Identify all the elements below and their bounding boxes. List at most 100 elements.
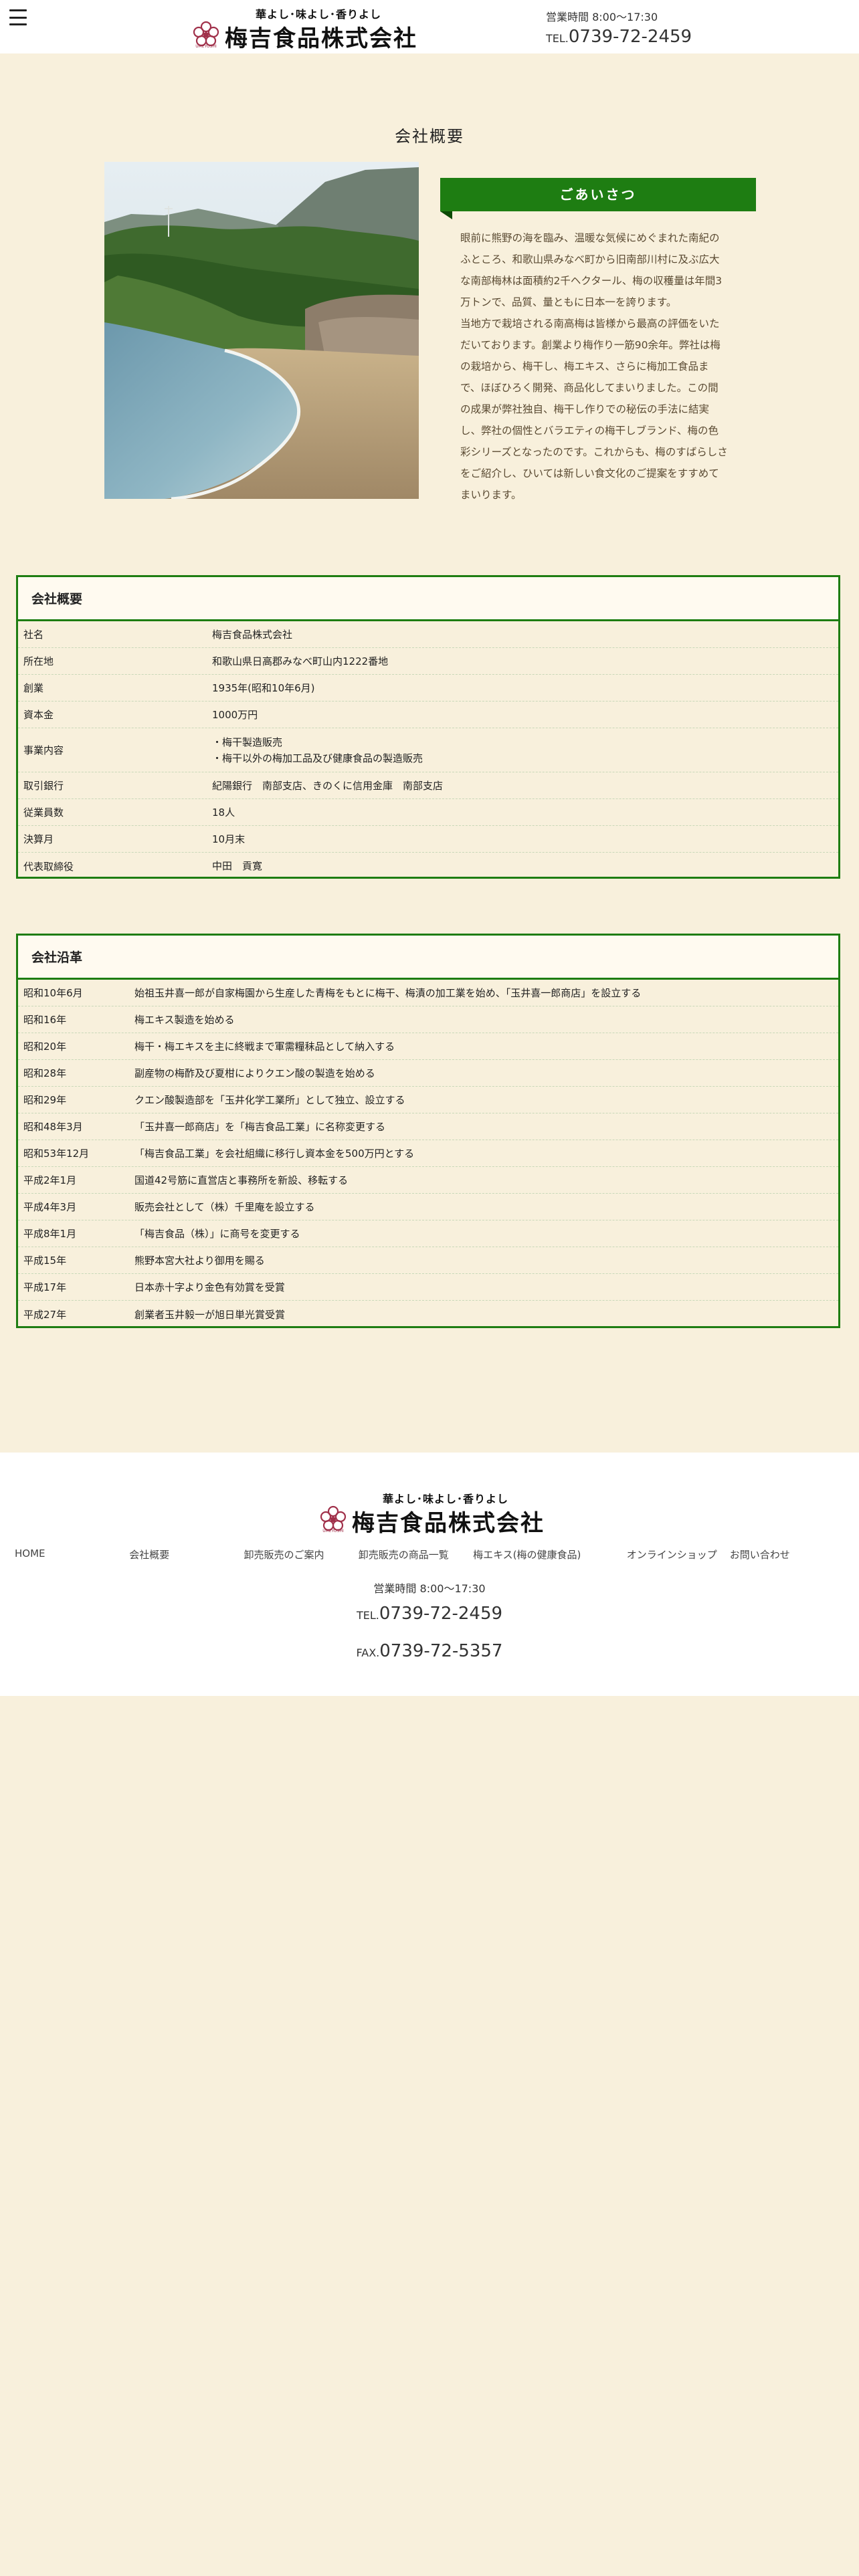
greeting-text: 眼前に熊野の海を臨み、温暖な気候にめぐまれた南紀のふところ、和歌山県みなべ町から…	[460, 232, 728, 501]
history-row-event: 日本赤十字より金色有効賞を受賞	[134, 1281, 285, 1293]
overview-row: 資本金 1000万円	[18, 702, 838, 728]
history-row-date: 昭和20年	[23, 1041, 67, 1053]
footer-nav-ume-extract[interactable]: 梅エキス(梅の健康食品)	[473, 1547, 627, 1562]
overview-row: 創業 1935年(昭和10年6月)	[18, 675, 838, 702]
overview-row-label: 資本金	[23, 709, 54, 721]
overview-row: 所在地 和歌山県日高郡みなべ町山内1222番地	[18, 648, 838, 675]
footer-logo[interactable]: UMEYOSHI 華よし･味よし･香りよし 梅吉食品株式会社	[318, 1490, 543, 1537]
overview-value-line: 紀陽銀行 南部支店、きのくに信用金庫 南部支店	[212, 779, 444, 792]
overview-row: 取引銀行 紀陽銀行 南部支店、きのくに信用金庫 南部支店	[18, 772, 838, 799]
overview-value-line: 10月末	[212, 833, 246, 845]
greeting-banner: ごあいさつ	[440, 178, 756, 211]
fax-prefix: FAX.	[356, 1646, 380, 1659]
history-row-event: 梅エキス製造を始める	[134, 1014, 235, 1026]
history-row-date: 昭和29年	[23, 1094, 67, 1106]
overview-rows: 社名 梅吉食品株式会社所在地 和歌山県日高郡みなべ町山内1222番地創業 1935年(…	[18, 621, 838, 879]
footer-nav-wholesale-products[interactable]: 卸売販売の商品一覧	[359, 1547, 473, 1562]
footer-nav-wholesale-info[interactable]: 卸売販売のご案内	[244, 1547, 359, 1562]
logo-mark-caption: UMEYOSHI	[195, 44, 217, 49]
overview-row: 従業員数 18人	[18, 799, 838, 826]
overview-row-value: 梅吉食品株式会社	[212, 627, 838, 643]
footer-nav-contact[interactable]: お問い合わせ	[730, 1547, 844, 1562]
history-row-date: 昭和28年	[23, 1067, 67, 1079]
overview-value-line: 梅吉食品株式会社	[212, 628, 293, 641]
overview-value-line: ・梅干製造販売	[212, 736, 283, 748]
footer-business-hours: 営業時間 8:00〜17:30	[373, 1582, 486, 1595]
history-row: 平成2年1月 国道42号筋に直営店と事務所を新設、移転する	[18, 1167, 838, 1194]
logo-tagline: 華よし･味よし･香りよし	[382, 1493, 508, 1505]
overview-row-label: 代表取締役	[23, 860, 74, 873]
history-row-date: 昭和10年6月	[23, 987, 83, 999]
history-row: 平成8年1月 「梅吉食品（株）」に商号を変更する	[18, 1220, 838, 1247]
header-logo[interactable]: UMEYOSHI 華よし･味よし･香りよし 梅吉食品株式会社	[191, 5, 416, 52]
history-rows: 昭和10年6月 始祖玉井喜一郎が自家梅園から生産した青梅をもとに梅干、梅漬の加工業…	[18, 980, 838, 1327]
overview-value-line: 1935年(昭和10年6月)	[212, 681, 315, 694]
history-row: 平成4年3月 販売会社として（株）千里庵を設立する	[18, 1194, 838, 1220]
overview-row-value: 1935年(昭和10年6月)	[212, 680, 838, 696]
hamburger-menu-icon[interactable]	[9, 9, 27, 25]
overview-row-label: 従業員数	[23, 807, 64, 819]
history-row: 昭和28年 副産物の梅酢及び夏柑によりクエン酸の製造を始める	[18, 1060, 838, 1087]
history-row-event: 「梅吉食品（株）」に商号を変更する	[134, 1228, 300, 1240]
history-row: 昭和20年 梅干・梅エキスを主に終戦まで軍需糧秣品として納入する	[18, 1033, 838, 1060]
footer-fax: FAX.0739-72-5357	[0, 1641, 859, 1661]
history-heading: 会社沿革	[18, 936, 838, 980]
history-row: 平成17年 日本赤十字より金色有効賞を受賞	[18, 1274, 838, 1301]
history-row-event: クエン酸製造部を「玉井化学工業所」として独立、設立する	[134, 1094, 405, 1106]
history-row-event: 「梅吉食品工業」を会社組織に移行し資本金を500万円とする	[134, 1148, 415, 1160]
overview-row-label: 創業	[23, 682, 44, 694]
footer-phone[interactable]: TEL.0739-72-2459	[0, 1604, 859, 1624]
footer-nav-online-shop[interactable]: オンラインショップ	[627, 1547, 717, 1562]
overview-heading: 会社概要	[18, 577, 838, 621]
logo-company-name: 梅吉食品株式会社	[352, 1510, 545, 1537]
history-row-date: 昭和48年3月	[23, 1121, 83, 1133]
tel-prefix: TEL.	[356, 1609, 379, 1622]
footer-nav: HOME 会社概要 卸売販売のご案内 卸売販売の商品一覧 梅エキス(梅の健康食品…	[15, 1547, 844, 1562]
history-row-date: 平成15年	[23, 1255, 67, 1267]
greeting-banner-fold	[440, 211, 452, 219]
logo-tagline: 華よし･味よし･香りよし	[255, 8, 381, 21]
history-row-date: 平成4年3月	[23, 1201, 77, 1213]
header-phone[interactable]: TEL.0739-72-2459	[546, 27, 692, 47]
history-row-event: 副産物の梅酢及び夏柑によりクエン酸の製造を始める	[134, 1067, 375, 1079]
logo-mark-caption: UMEYOSHI	[322, 1529, 344, 1533]
history-row-date: 平成2年1月	[23, 1174, 77, 1186]
overview-row-value: 1000万円	[212, 707, 838, 723]
overview-row: 決算月 10月末	[18, 826, 838, 853]
overview-value-line: 1000万円	[212, 708, 258, 721]
fax-number: 0739-72-5357	[379, 1641, 503, 1661]
site-header: UMEYOSHI 華よし･味よし･香りよし 梅吉食品株式会社 営業時間 8:00…	[0, 0, 859, 53]
overview-row: 社名 梅吉食品株式会社	[18, 621, 838, 648]
company-history-table: 会社沿革 昭和10年6月 始祖玉井喜一郎が自家梅園から生産した青梅をもとに梅干、梅…	[16, 934, 840, 1328]
history-row: 昭和10年6月 始祖玉井喜一郎が自家梅園から生産した青梅をもとに梅干、梅漬の加工業…	[18, 980, 838, 1006]
overview-row-label: 事業内容	[23, 744, 64, 756]
tel-number: 0739-72-2459	[568, 27, 692, 47]
history-row-date: 平成17年	[23, 1281, 67, 1293]
overview-row-value: 紀陽銀行 南部支店、きのくに信用金庫 南部支店	[212, 778, 838, 794]
tel-prefix: TEL.	[546, 32, 569, 45]
history-row: 平成15年 熊野本宮大社より御用を賜る	[18, 1247, 838, 1274]
overview-row-label: 決算月	[23, 833, 54, 845]
overview-row-label: 社名	[23, 629, 44, 641]
coastline-photo	[104, 162, 419, 499]
history-row: 昭和48年3月 「玉井喜一郎商店」を「梅吉食品工業」に名称変更する	[18, 1113, 838, 1140]
overview-row-value: 和歌山県日高郡みなべ町山内1222番地	[212, 653, 838, 669]
history-row: 平成27年 創業者玉井毅一が旭日単光賞受賞	[18, 1301, 838, 1327]
overview-value-line: ・梅干以外の梅加工品及び健康食品の製造販売	[212, 752, 423, 764]
history-row-date: 昭和53年12月	[23, 1148, 90, 1160]
page-title: 会社概要	[395, 127, 464, 146]
overview-row-label: 取引銀行	[23, 780, 64, 792]
footer-nav-home[interactable]: HOME	[15, 1547, 129, 1562]
history-row: 昭和16年 梅エキス製造を始める	[18, 1006, 838, 1033]
footer-nav-company[interactable]: 会社概要	[129, 1547, 244, 1562]
overview-value-line: 和歌山県日高郡みなべ町山内1222番地	[212, 655, 389, 667]
overview-row-value: 10月末	[212, 831, 838, 847]
overview-row-value: 18人	[212, 804, 838, 821]
history-row-event: 国道42号筋に直営店と事務所を新設、移転する	[134, 1174, 349, 1186]
history-row: 昭和29年 クエン酸製造部を「玉井化学工業所」として独立、設立する	[18, 1087, 838, 1113]
overview-row-label: 所在地	[23, 655, 54, 667]
logo-company-name: 梅吉食品株式会社	[225, 25, 417, 52]
tel-number: 0739-72-2459	[379, 1604, 503, 1624]
history-row-event: 販売会社として（株）千里庵を設立する	[134, 1201, 315, 1213]
history-row-event: 創業者玉井毅一が旭日単光賞受賞	[134, 1308, 286, 1321]
